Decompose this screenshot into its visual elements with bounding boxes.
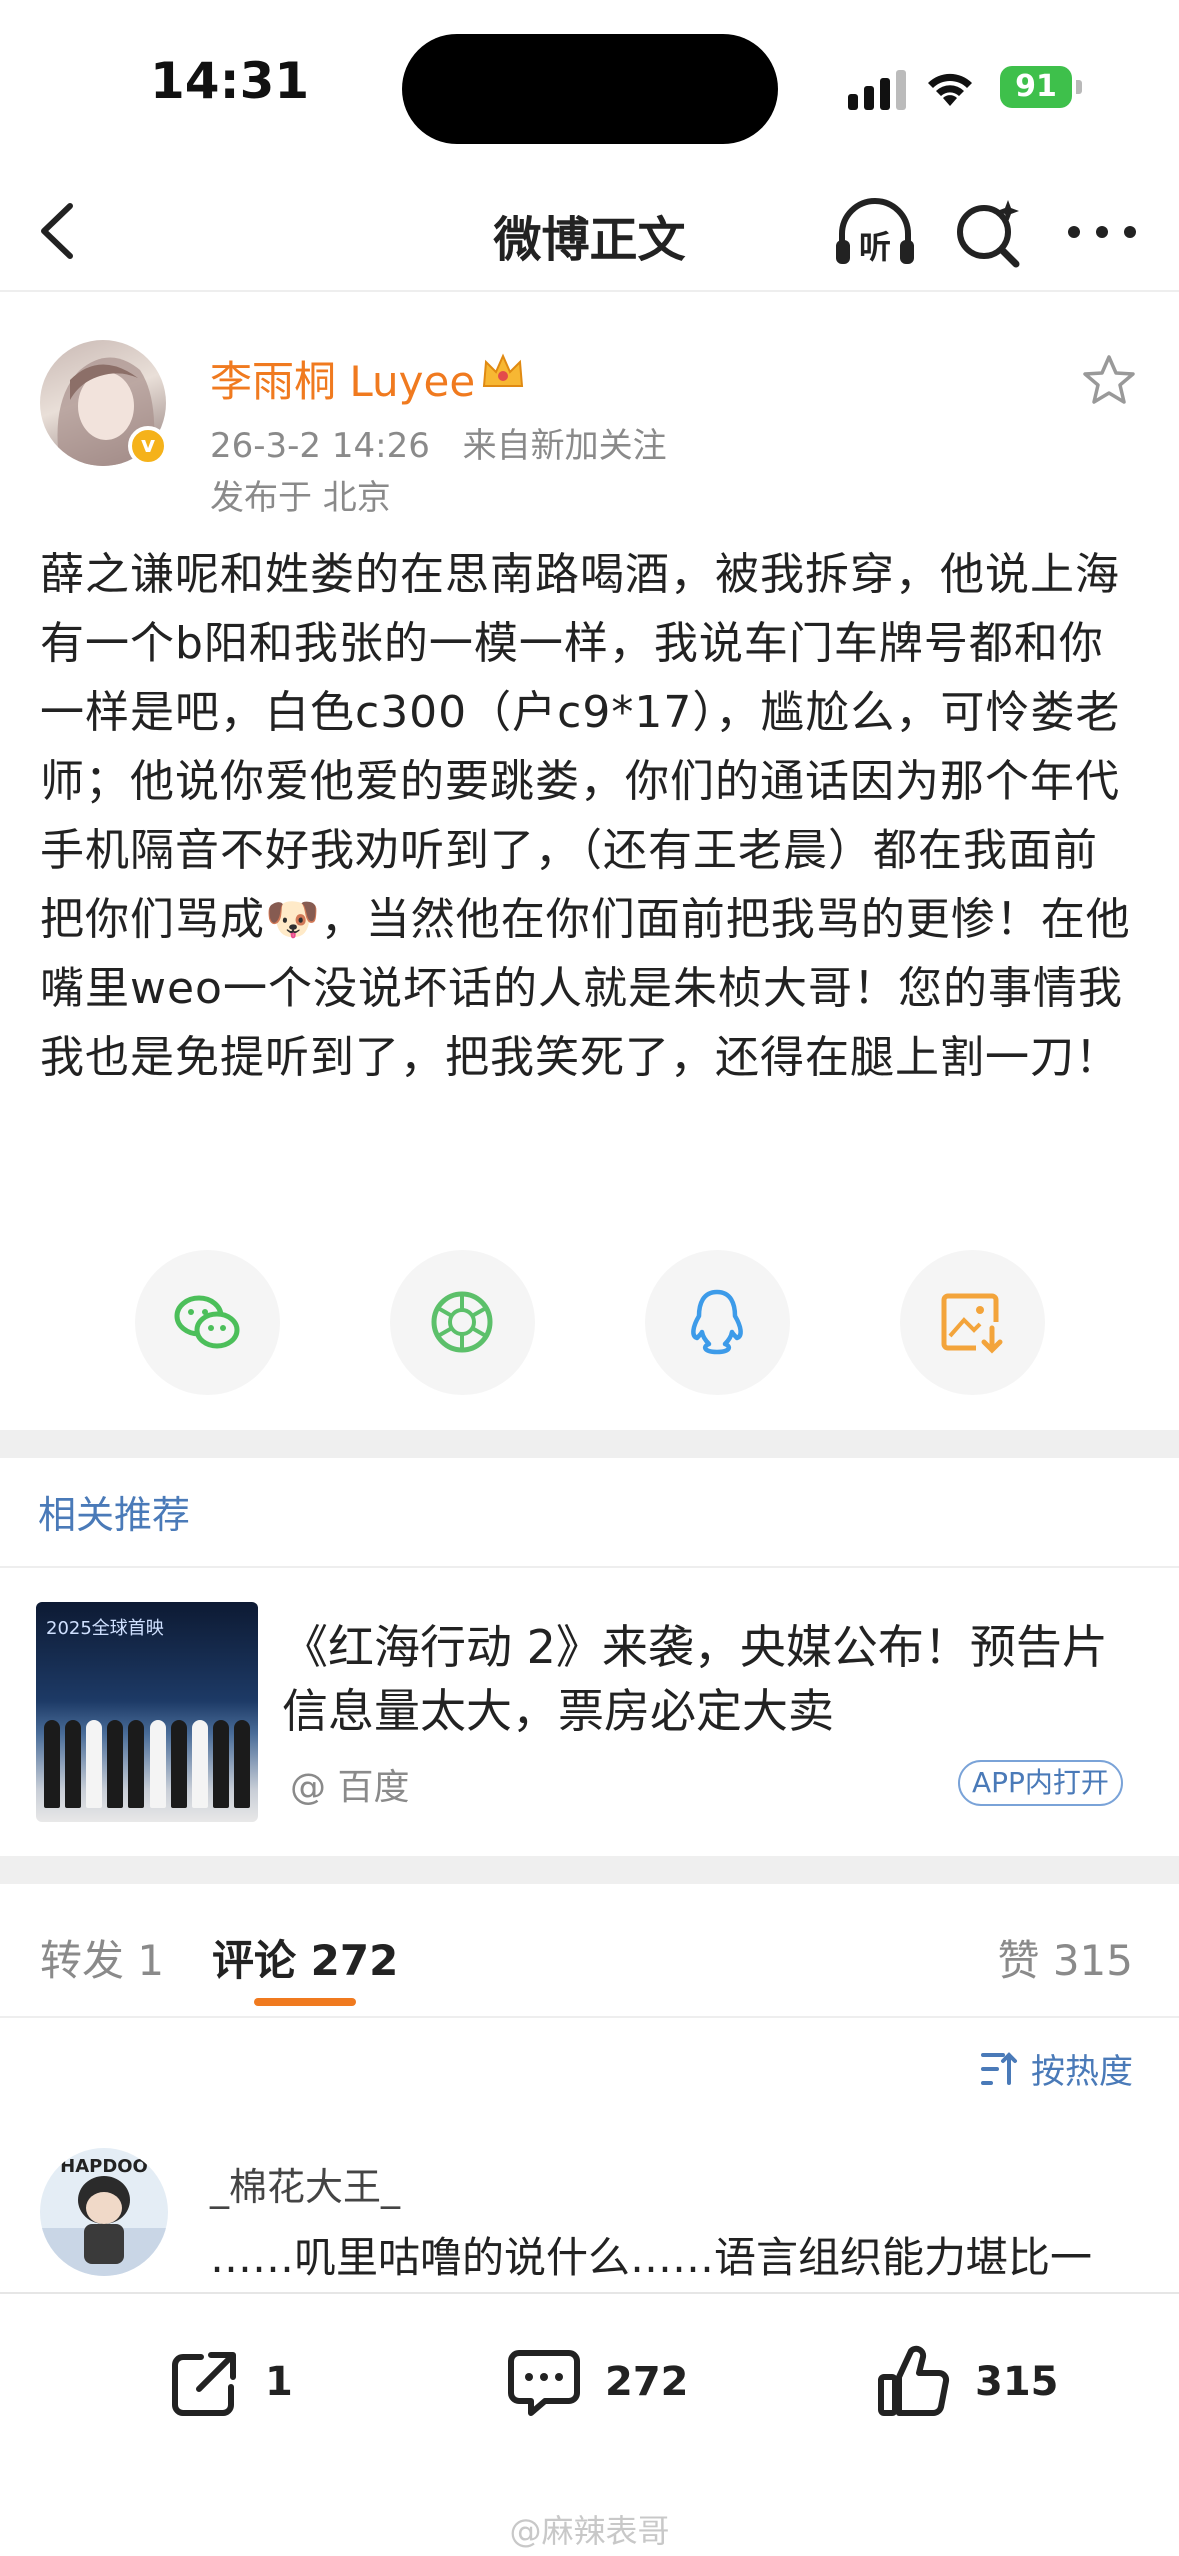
thumbs-up-icon: [878, 2345, 950, 2416]
sort-by-hot-button[interactable]: 按热度: [979, 2044, 1133, 2093]
like-button[interactable]: 315: [875, 2342, 1059, 2422]
post-body: 薛之谦呢和姓娄的在思南路喝酒，被我拆穿，他说上海有一个b阳和我张的一模一样，我说…: [40, 549, 1131, 1083]
recommend-title: 相关推荐: [38, 1493, 191, 1537]
save-image-icon: [941, 1293, 1003, 1354]
commenter-avatar[interactable]: HAPDOO: [40, 2148, 168, 2276]
dynamic-island: [402, 34, 778, 144]
recommend-headline[interactable]: 《红海行动 2》来袭，央媒公布！预告片信息量太大，票房必定大卖: [282, 1615, 1142, 1743]
divider: [0, 2016, 1179, 2018]
thumbnail-tag: 2025全球首映: [46, 1618, 164, 1639]
wifi-icon: [928, 73, 972, 106]
signal-icon: [848, 70, 908, 110]
like-count: 315: [975, 2359, 1059, 2405]
tab-repost[interactable]: 转发 1: [40, 1927, 164, 1988]
status-time: 14:31: [150, 52, 310, 110]
post-date: 26-3-2 14:26: [210, 426, 430, 466]
more-icon[interactable]: [1060, 192, 1144, 272]
repost-button[interactable]: 1: [165, 2342, 293, 2422]
comment-count: 272: [605, 2359, 689, 2405]
listen-label: 听: [859, 228, 891, 266]
share-wechat-button[interactable]: [135, 1250, 280, 1395]
thumbnail-people: [44, 1712, 250, 1808]
post-source: 来自新加关注: [462, 426, 667, 466]
comment-text: ……叽里咕噜的说什么……语言组织能力堪比一: [210, 2233, 1093, 2282]
comment-icon: [508, 2350, 580, 2416]
sort-label: 按热度: [1031, 2052, 1133, 2092]
avatar-text: HAPDOO: [60, 2156, 148, 2177]
post-location: 发布于 北京: [210, 478, 391, 518]
listen-icon[interactable]: 听: [832, 192, 918, 272]
save-image-button[interactable]: [900, 1250, 1045, 1395]
sort-icon: [981, 2051, 1017, 2085]
favorite-star-icon[interactable]: [1080, 352, 1138, 410]
tab-likes[interactable]: 赞 315: [997, 1927, 1133, 1988]
repost-count: 1: [265, 2359, 293, 2405]
battery-tip: [1076, 80, 1082, 94]
qq-icon: [691, 1289, 743, 1355]
verified-badge: v: [128, 426, 168, 466]
share-qq-button[interactable]: [645, 1250, 790, 1395]
watermark: @麻辣表哥: [509, 2512, 670, 2550]
share-row: [0, 1250, 1179, 1395]
nav-bar: 微博正文 听: [0, 170, 1179, 292]
author-name[interactable]: 李雨桐 Luyee: [210, 348, 475, 409]
share-moments-button[interactable]: [390, 1250, 535, 1395]
commenter-name[interactable]: _棉花大王_: [210, 2156, 400, 2211]
status-bar: 14:31 91: [0, 0, 1179, 170]
tab-comments[interactable]: 评论 272: [212, 1927, 398, 1988]
wechat-icon: [174, 1295, 240, 1349]
search-icon[interactable]: [950, 192, 1028, 272]
section-divider: [0, 1856, 1179, 1884]
battery-icon: 91: [1000, 66, 1072, 108]
comment-button[interactable]: 272: [505, 2342, 689, 2422]
section-divider: [0, 1430, 1179, 1458]
commenter-avatar-image: HAPDOO: [40, 2156, 168, 2276]
divider: [0, 1566, 1179, 1568]
open-in-app-button[interactable]: APP内打开: [958, 1760, 1123, 1806]
active-tab-indicator: [254, 1998, 356, 2006]
recommend-source: @ 百度: [290, 1767, 410, 1808]
moments-icon: [431, 1291, 493, 1353]
crown-icon: [482, 353, 524, 387]
recommend-thumbnail[interactable]: 2025全球首映: [36, 1602, 258, 1822]
repost-icon: [172, 2352, 236, 2416]
bottom-action-bar: 1 272 315 @麻辣表哥: [0, 2292, 1179, 2556]
post-meta: 26-3-2 14:26 来自新加关注: [210, 418, 689, 467]
